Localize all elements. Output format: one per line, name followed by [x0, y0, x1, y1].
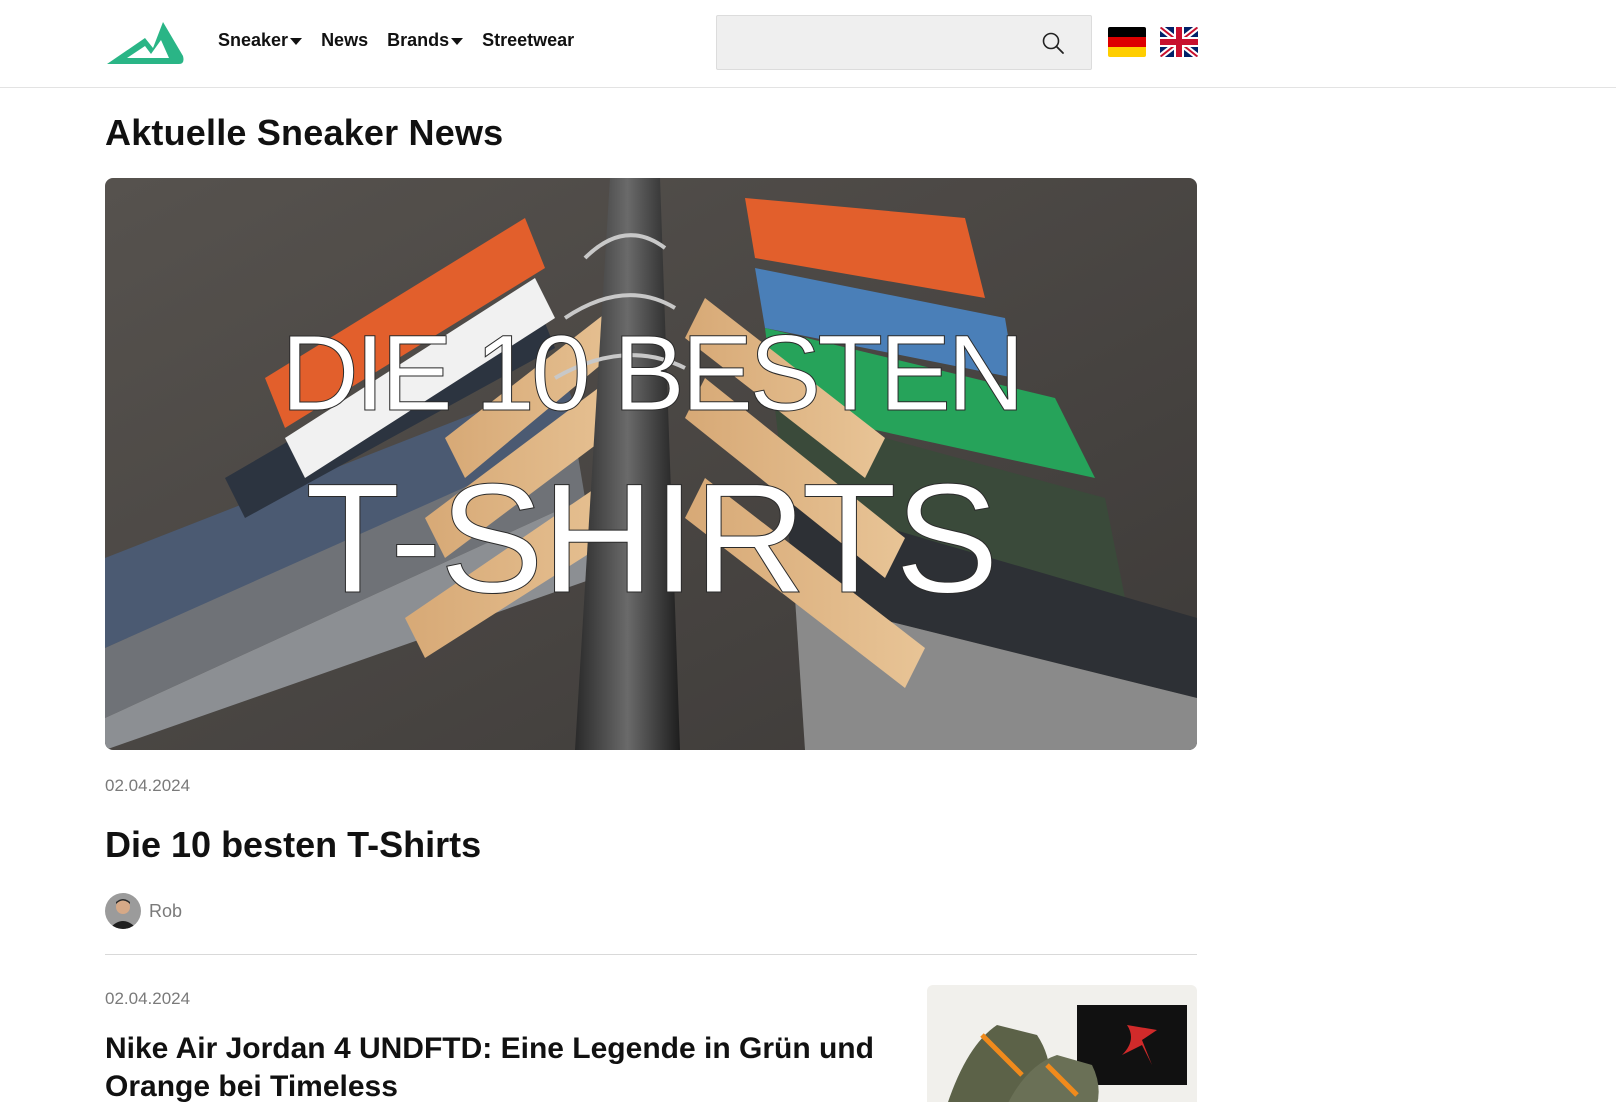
featured-article-author[interactable]: Rob — [105, 893, 182, 929]
nav-item-label: Sneaker — [218, 30, 289, 50]
sneaker-mountain-logo-icon — [107, 22, 184, 64]
uk-flag-icon[interactable] — [1160, 27, 1198, 57]
site-logo[interactable] — [105, 18, 187, 68]
nav-item-streetwear[interactable]: Streetwear — [482, 30, 574, 51]
featured-article-image[interactable]: DIE 10 BESTEN T-SHIRTS — [105, 178, 1197, 750]
featured-article-date: 02.04.2024 — [105, 776, 191, 795]
nav-item-brands[interactable]: Brands — [387, 30, 464, 51]
article-title[interactable]: Nike Air Jordan 4 UNDFTD: Eine Legende i… — [105, 1030, 895, 1102]
main-nav: Sneaker News Brands Streetwear — [218, 30, 593, 51]
hero-headline-line-2: T-SHIRTS — [305, 452, 997, 626]
nav-item-label: News — [321, 30, 369, 50]
search-icon[interactable] — [1041, 31, 1065, 55]
caret-down-icon — [451, 38, 464, 45]
hero-headline-line-1: DIE 10 BESTEN — [281, 312, 1021, 433]
article-divider — [105, 954, 1197, 955]
page-title: Aktuelle Sneaker News — [105, 112, 504, 153]
nav-item-news[interactable]: News — [321, 30, 368, 51]
german-flag-icon[interactable] — [1108, 27, 1146, 57]
search-box — [716, 15, 1092, 70]
search-input[interactable] — [717, 16, 1037, 69]
nav-item-sneaker[interactable]: Sneaker — [218, 30, 303, 51]
article-thumbnail[interactable] — [927, 985, 1197, 1102]
author-name: Rob — [149, 900, 183, 921]
nav-item-label: Brands — [387, 30, 450, 50]
nav-item-label: Streetwear — [482, 30, 575, 50]
featured-article-title[interactable]: Die 10 besten T-Shirts — [105, 824, 481, 866]
article-date: 02.04.2024 — [105, 989, 191, 1008]
avatar — [105, 893, 141, 929]
site-header: Sneaker News Brands Streetwear — [0, 0, 1616, 88]
caret-down-icon — [290, 38, 303, 45]
